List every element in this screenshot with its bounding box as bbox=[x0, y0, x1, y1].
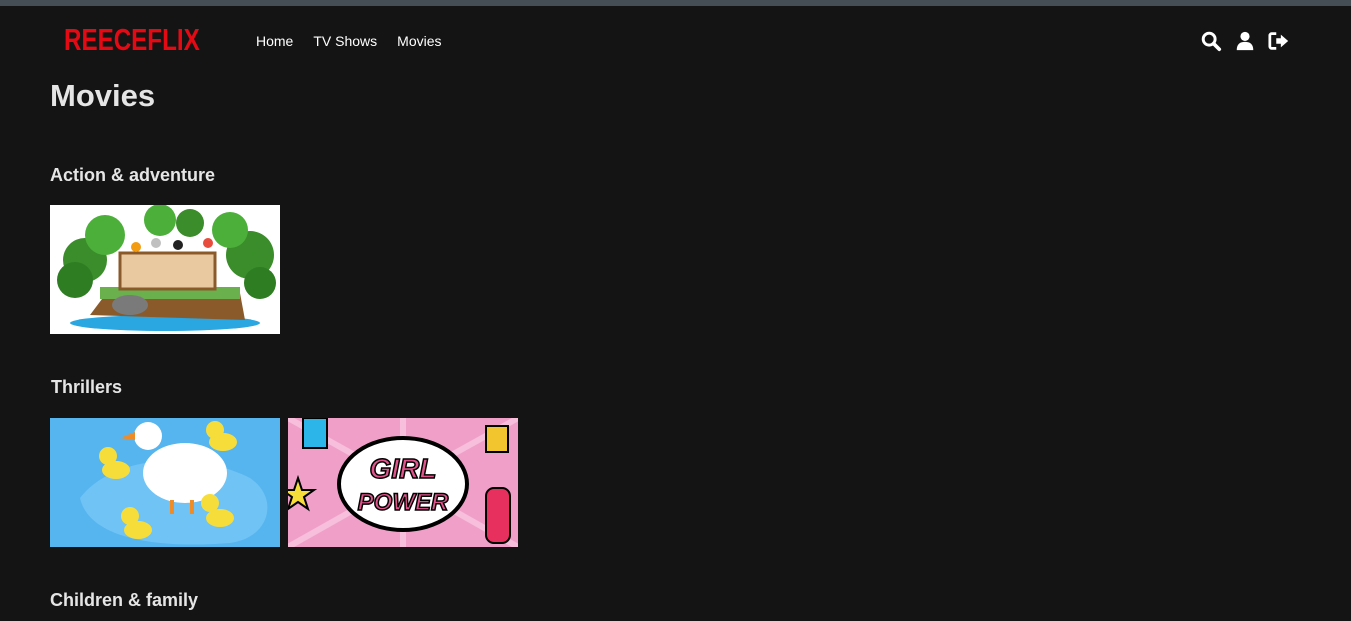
search-icon[interactable] bbox=[1200, 30, 1222, 52]
girl-power-image: GIRL POWER bbox=[288, 418, 518, 547]
main-nav: Home TV Shows Movies bbox=[256, 33, 442, 49]
navbar: REECEFLIX Home TV Shows Movies bbox=[0, 6, 1351, 76]
nav-icons bbox=[1200, 30, 1290, 52]
nav-home-link[interactable]: Home bbox=[256, 33, 293, 49]
row-title-action-adventure: Action & adventure bbox=[50, 165, 216, 185]
nav-tv-shows-link[interactable]: TV Shows bbox=[313, 33, 377, 49]
row-title-thrillers: Thrillers bbox=[51, 377, 123, 397]
nav-movies-link[interactable]: Movies bbox=[397, 33, 441, 49]
row-title-children-family: Children & family bbox=[50, 590, 199, 610]
jungle-island-thumbnail[interactable] bbox=[50, 205, 280, 334]
page-title: Movies bbox=[50, 78, 156, 113]
user-icon[interactable] bbox=[1234, 30, 1256, 52]
girl-power-text-1: GIRL bbox=[370, 453, 437, 484]
girl-power-text-2: POWER bbox=[358, 489, 449, 516]
reeceflix-logo[interactable]: REECEFLIX bbox=[64, 24, 200, 56]
sign-out-icon[interactable] bbox=[1268, 30, 1290, 52]
jungle-island-image bbox=[50, 205, 280, 334]
ducks-image bbox=[50, 418, 280, 547]
girl-power-thumbnail[interactable]: GIRL POWER bbox=[288, 418, 518, 547]
ducks-thumbnail[interactable] bbox=[50, 418, 280, 547]
